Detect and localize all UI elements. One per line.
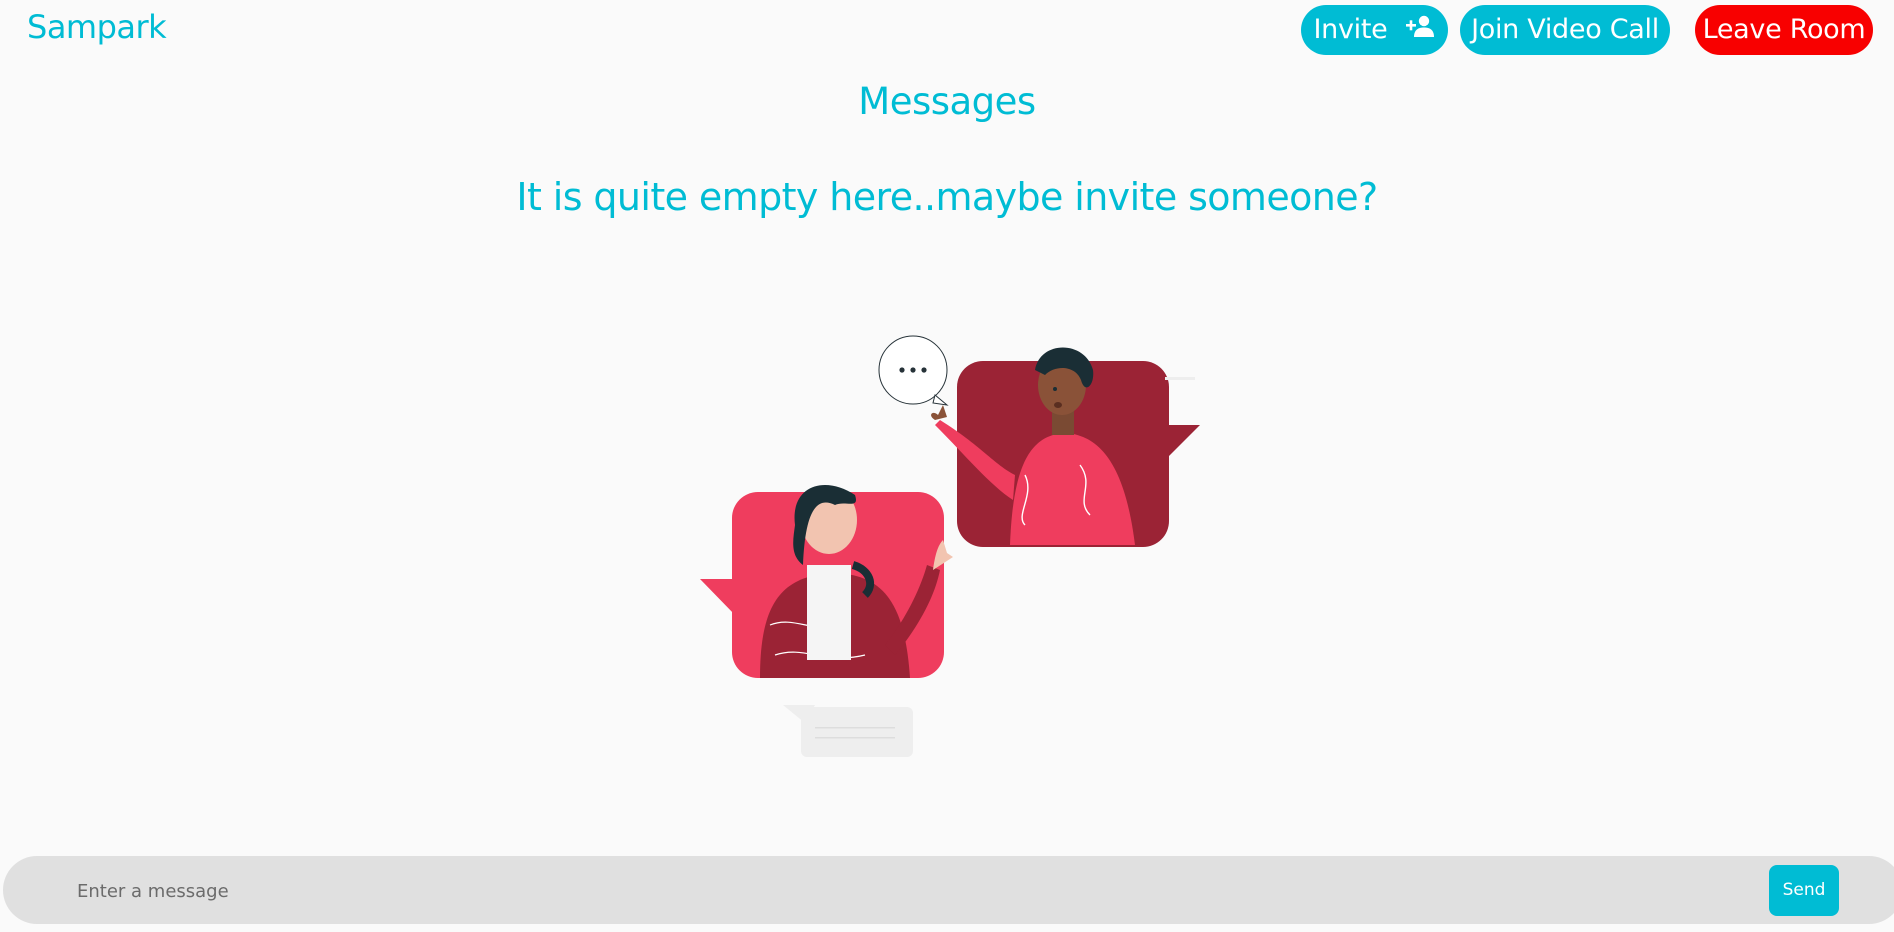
- message-composer: Send: [3, 856, 1894, 924]
- two-people-chatting-illustration: [695, 325, 1205, 765]
- chat-page: Sampark Invite Join Video Call Leave Roo…: [0, 0, 1894, 932]
- messages-heading: Messages: [858, 80, 1036, 123]
- app-logo[interactable]: Sampark: [27, 8, 167, 46]
- send-button[interactable]: Send: [1769, 865, 1839, 916]
- empty-state-message: It is quite empty here..maybe invite som…: [516, 175, 1378, 219]
- invite-button-label: Invite: [1313, 14, 1388, 45]
- leave-room-button[interactable]: Leave Room: [1695, 5, 1873, 55]
- message-input[interactable]: [75, 870, 1759, 912]
- person-add-icon: [1405, 5, 1435, 55]
- invite-button[interactable]: Invite: [1301, 5, 1448, 55]
- join-video-call-button[interactable]: Join Video Call: [1460, 5, 1670, 55]
